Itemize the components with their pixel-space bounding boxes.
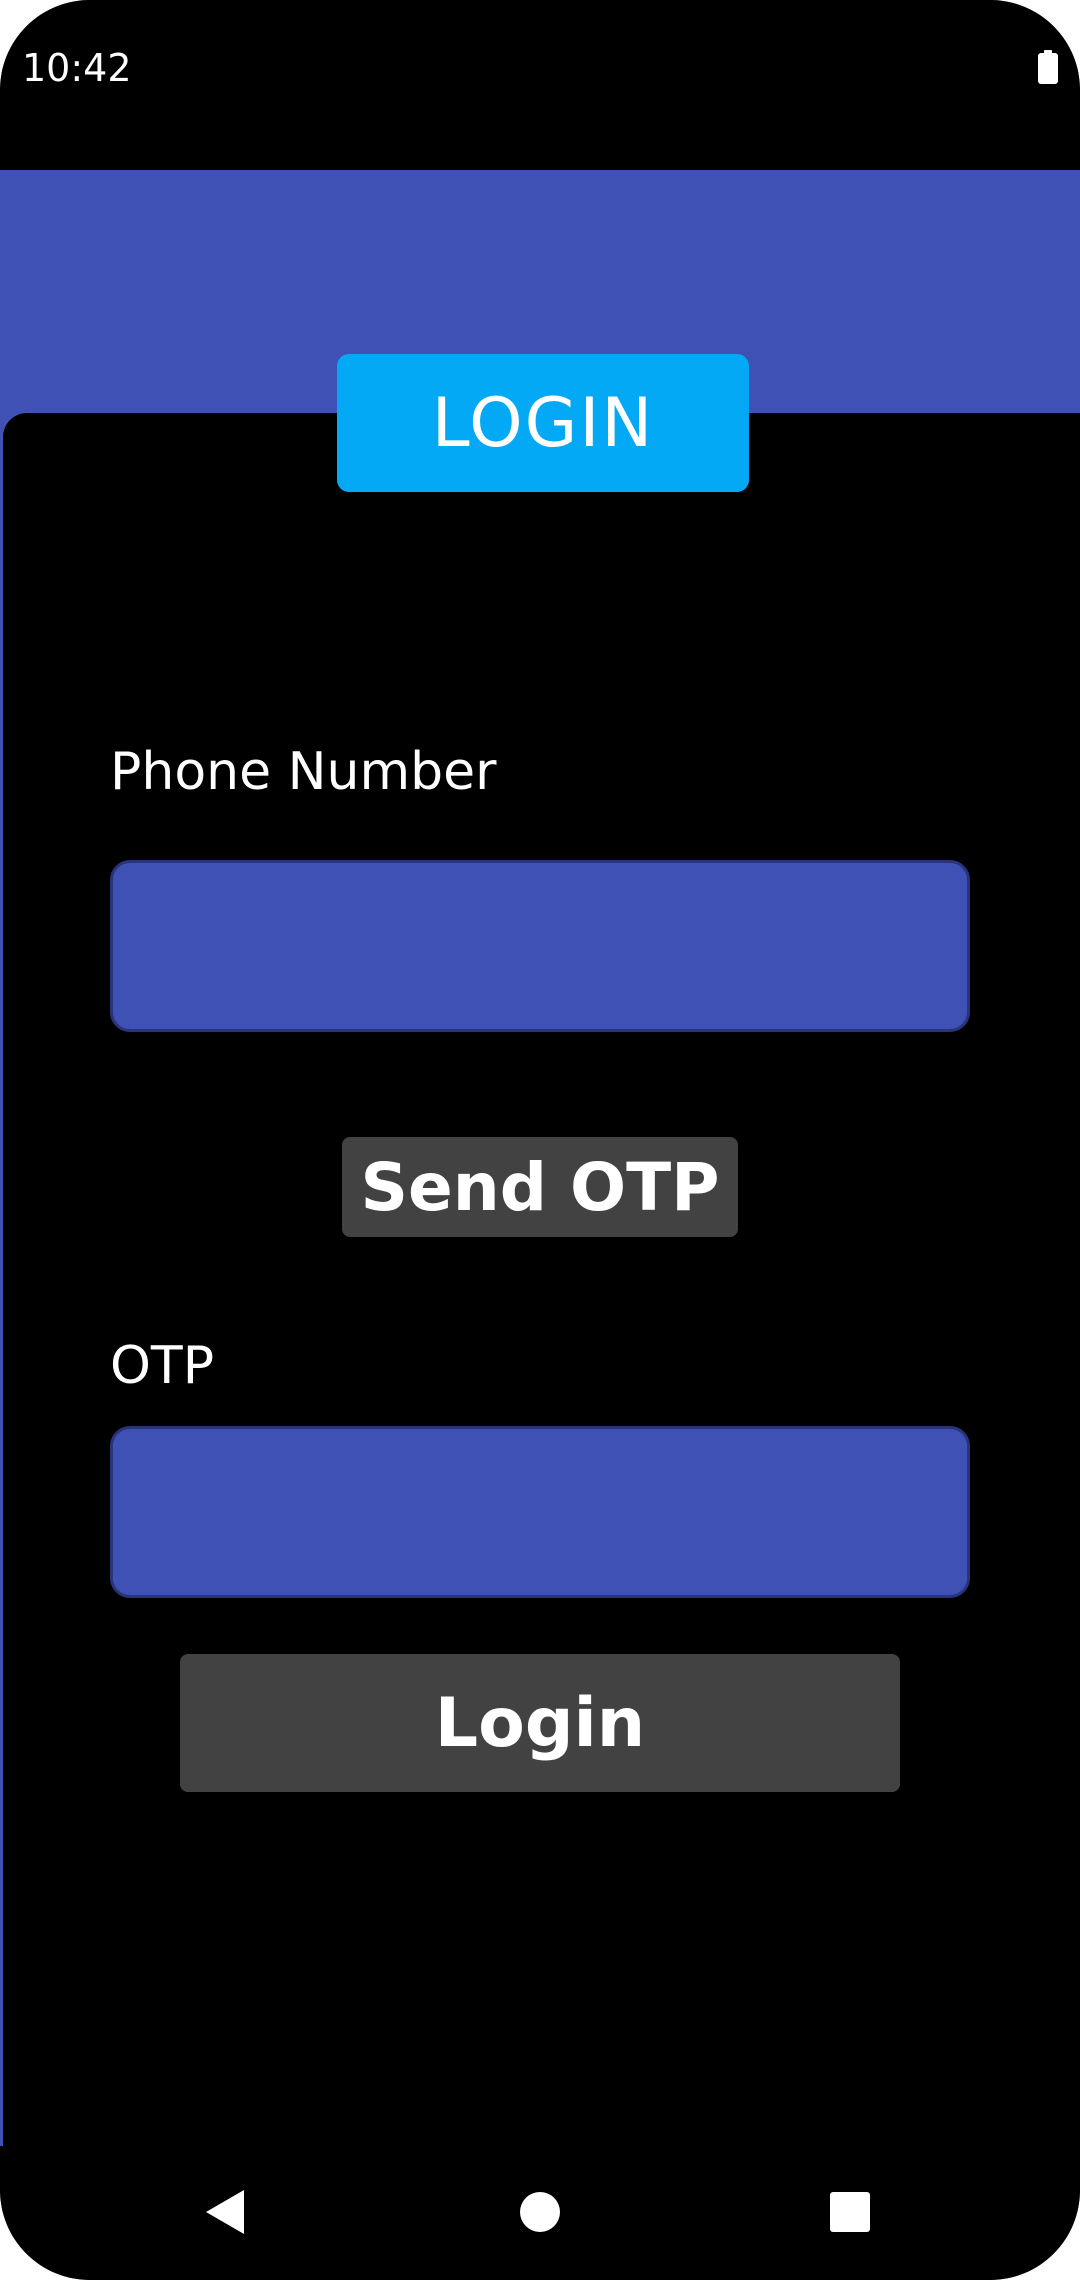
battery-full-icon [1038,50,1058,84]
send-otp-button[interactable]: Send OTP [342,1137,738,1237]
back-triangle-icon[interactable] [196,2182,256,2242]
home-circle-icon[interactable] [510,2182,570,2242]
login-button[interactable]: Login [180,1654,900,1792]
page-title: LOGIN [337,354,749,492]
login-card [3,413,1080,2146]
otp-input[interactable] [110,1426,970,1598]
device-frame: 10:42 LOGIN Phone Number Send OTP OTP Lo… [0,0,1080,2280]
phone-number-input[interactable] [110,860,970,1032]
otp-label: OTP [110,1336,215,1396]
phone-number-label: Phone Number [110,742,497,802]
status-time: 10:42 [22,46,132,90]
status-bar: 10:42 [0,0,1080,170]
recents-square-icon[interactable] [820,2182,880,2242]
navigation-bar [0,2146,1080,2280]
